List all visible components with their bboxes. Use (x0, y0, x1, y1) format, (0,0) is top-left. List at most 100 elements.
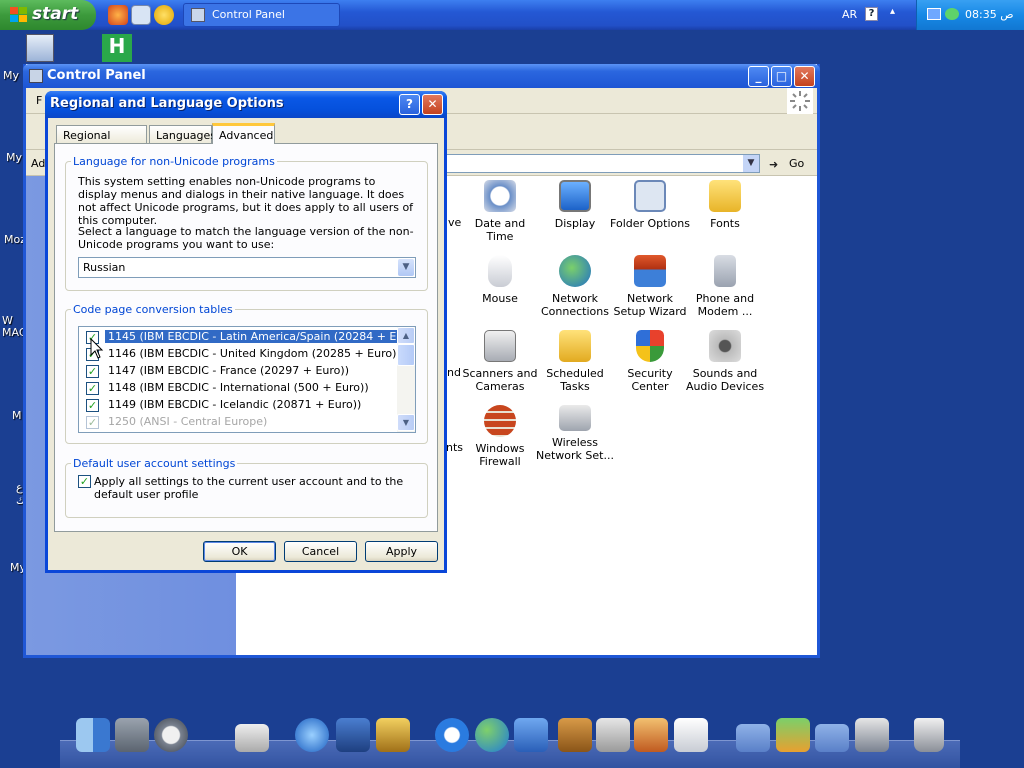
cp-item-folder-options[interactable]: Folder Options (610, 180, 690, 230)
chevron-down-icon[interactable]: ▼ (398, 259, 414, 276)
help-button[interactable]: ? (399, 94, 420, 115)
apply-default-label[interactable]: Apply all settings to the current user a… (94, 475, 404, 501)
go-button[interactable]: Go (789, 157, 804, 170)
desktop-label[interactable]: My (3, 69, 19, 82)
apply-default-checkbox[interactable]: ✓ (78, 475, 91, 488)
cp-item-scanners-cameras[interactable]: Scanners and Cameras (460, 330, 540, 393)
system-preferences-icon[interactable] (115, 718, 149, 752)
chevron-down-icon[interactable]: ▼ (743, 155, 759, 172)
address-book-icon[interactable] (558, 718, 592, 752)
scroll-down-icon[interactable]: ▼ (397, 414, 415, 431)
codepage-list[interactable]: ✓ 1145 (IBM EBCDIC - Latin America/Spain… (78, 326, 416, 433)
sync-tray-icon[interactable] (945, 8, 959, 20)
h-app-icon[interactable]: H (102, 34, 132, 62)
trash-icon[interactable] (914, 718, 944, 752)
scanner-icon (484, 330, 516, 362)
desktop-label[interactable]: M (12, 409, 22, 422)
taskbar-button-control-panel[interactable]: Control Panel (183, 3, 340, 27)
codepage-label: 1250 (ANSI - Central Europe) (108, 415, 268, 428)
tab-languages[interactable]: Languages (149, 125, 216, 144)
clock[interactable]: 08:35 ص (965, 8, 1014, 21)
language-select-value: Russian (83, 261, 126, 274)
cp-item-fonts[interactable]: Fonts (685, 180, 765, 230)
codepage-row[interactable]: ✓ 1147 (IBM EBCDIC - France (20297 + Eur… (85, 363, 395, 380)
power-icon[interactable] (154, 718, 188, 752)
close-button[interactable]: ✕ (794, 66, 815, 87)
network-tray-icon[interactable] (927, 8, 941, 20)
minimize-button[interactable]: _ (748, 66, 769, 87)
cp-item-label: Windows Firewall (475, 442, 525, 468)
cp-item-label: Folder Options (610, 217, 690, 230)
language-indicator[interactable]: AR (842, 8, 857, 21)
tab-advanced[interactable]: Advanced (212, 123, 275, 144)
messenger-icon[interactable] (475, 718, 509, 752)
codepage-checkbox[interactable]: ✓ (86, 399, 99, 412)
codepage-label: 1146 (IBM EBCDIC - United Kingdom (20285… (108, 347, 401, 360)
cp-item-windows-firewall[interactable]: Windows Firewall (460, 405, 540, 468)
chevron-up-icon[interactable]: ▴ (890, 6, 896, 22)
film-icon[interactable] (336, 718, 370, 752)
nonunicode-legend: Language for non-Unicode programs (71, 155, 277, 168)
codepage-row[interactable]: ✓ 1145 (IBM EBCDIC - Latin America/Spain… (85, 329, 415, 346)
apply-button[interactable]: Apply (365, 541, 438, 562)
calculator-icon[interactable] (596, 718, 630, 752)
cp-item-network-connections[interactable]: Network Connections (535, 255, 615, 318)
codepage-checkbox[interactable]: ✓ (86, 382, 99, 395)
cp-item-network-setup-wizard[interactable]: Network Setup Wizard (610, 255, 690, 318)
tab-regional-options[interactable]: Regional Options (56, 125, 147, 155)
font-book-icon[interactable] (634, 718, 668, 752)
address-input[interactable] (440, 154, 760, 173)
drive-icon[interactable] (235, 724, 269, 752)
codepage-checkbox[interactable]: ✓ (86, 365, 99, 378)
network-house-icon (634, 255, 666, 287)
app-icon[interactable] (376, 718, 410, 752)
folder-icon[interactable] (736, 724, 770, 752)
cp-item-label: Display (554, 217, 596, 230)
cp-item-scheduled-tasks[interactable]: Scheduled Tasks (535, 330, 615, 393)
mouse-icon (488, 255, 512, 287)
cp-item-display[interactable]: Display (535, 180, 615, 230)
finder-icon[interactable] (76, 718, 110, 752)
ok-button[interactable]: OK (203, 541, 276, 562)
codepage-row[interactable]: ✓ 1148 (IBM EBCDIC - International (500 … (85, 380, 395, 397)
internet-explorer-icon[interactable] (435, 718, 469, 752)
my-documents-icon[interactable] (26, 34, 54, 62)
scroll-thumb[interactable] (397, 344, 415, 366)
cp-item-wireless-network[interactable]: Wireless Network Set... (535, 405, 615, 462)
firefox-icon[interactable] (108, 5, 128, 25)
control-panel-titlebar[interactable]: Control Panel (23, 64, 820, 88)
cp-item-mouse[interactable]: Mouse (460, 255, 540, 305)
language-select[interactable]: Russian (78, 257, 416, 278)
cp-item-label-partial[interactable]: nd (447, 366, 461, 379)
cp-item-label: Date and Time (474, 217, 526, 243)
control-panel-icon (29, 69, 43, 83)
start-button[interactable]: start (0, 0, 96, 30)
maximize-button[interactable]: □ (771, 66, 792, 87)
folder-icon[interactable] (815, 724, 849, 752)
go-arrow-icon[interactable]: ➜ (769, 158, 783, 171)
cp-item-date-time[interactable]: Date and Time (460, 180, 540, 243)
dialog-titlebar[interactable]: Regional and Language Options (45, 91, 447, 118)
games-icon[interactable] (776, 718, 810, 752)
codepage-row[interactable]: ✓ 1146 (IBM EBCDIC - United Kingdom (202… (85, 346, 401, 363)
show-desktop-icon[interactable] (131, 5, 151, 25)
cp-item-label: Scanners and Cameras (462, 367, 538, 393)
text-edit-icon[interactable] (674, 718, 708, 752)
menu-file[interactable]: F (36, 94, 42, 107)
desktop-label[interactable]: My (6, 151, 22, 164)
codepage-row[interactable]: ✓ 1149 (IBM EBCDIC - Icelandic (20871 + … (85, 397, 395, 414)
network-globe-icon (559, 255, 591, 287)
mail-icon[interactable] (514, 718, 548, 752)
cp-item-security-center[interactable]: Security Center (610, 330, 690, 393)
help-icon[interactable]: ? (865, 7, 878, 21)
cp-item-sounds-audio[interactable]: Sounds and Audio Devices (685, 330, 765, 393)
scroll-up-icon[interactable]: ▲ (397, 327, 415, 344)
nonunicode-prompt: Select a language to match the language … (78, 225, 414, 251)
media-player-icon[interactable] (295, 718, 329, 752)
cancel-button[interactable]: Cancel (284, 541, 357, 562)
messenger-smiley-icon[interactable] (154, 5, 174, 25)
cp-item-phone-modem[interactable]: Phone and Modem ... (685, 255, 765, 318)
codepage-scrollbar[interactable]: ▲ ▼ (397, 327, 415, 432)
dialog-close-button[interactable]: ✕ (422, 94, 443, 115)
downloads-icon[interactable] (855, 718, 889, 752)
